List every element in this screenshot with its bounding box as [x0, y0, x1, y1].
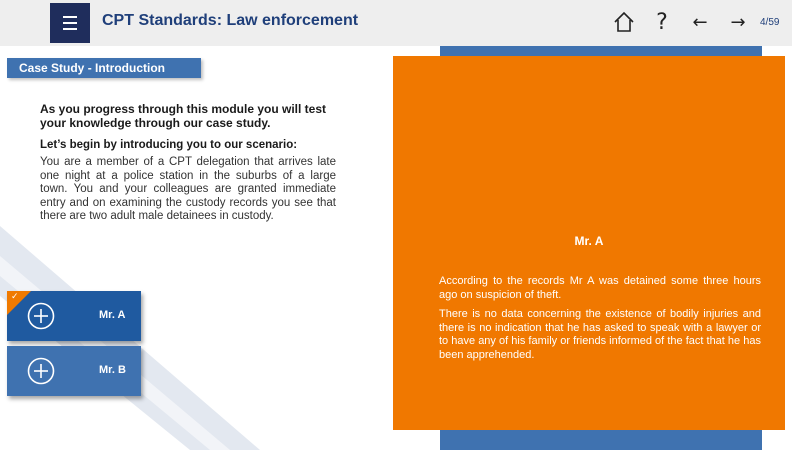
menu-icon-line	[63, 28, 77, 30]
intro-text-block: As you progress through this module you …	[40, 102, 336, 224]
intro-body: You are a member of a CPT delegation tha…	[40, 156, 336, 222]
page-title: CPT Standards: Law enforcement	[102, 12, 359, 29]
panel-paragraph-1: According to the records Mr A was detain…	[439, 275, 761, 301]
intro-subheading: Let’s begin by introducing you to our sc…	[40, 139, 298, 151]
page-counter: 4/59	[760, 17, 780, 28]
home-icon[interactable]	[610, 8, 638, 36]
plus-circle-icon	[27, 357, 55, 385]
arrow-right-icon[interactable]: →	[726, 8, 750, 36]
arrow-left-icon[interactable]: ←	[688, 8, 712, 36]
detainee-a-button[interactable]: ✓ Mr. A	[7, 291, 141, 341]
help-icon[interactable]: ?	[650, 8, 674, 36]
detainee-a-label: Mr. A	[99, 309, 126, 321]
menu-button[interactable]	[50, 3, 90, 43]
panel-paragraph-2: There is no data concerning the existenc…	[439, 308, 761, 361]
panel-top-strip	[440, 46, 762, 56]
detainee-b-button[interactable]: Mr. B	[7, 346, 141, 396]
intro-lead: As you progress through this module you …	[40, 102, 327, 130]
panel-bottom-strip	[440, 430, 762, 450]
panel-title: Mr. A	[574, 234, 604, 248]
detainee-detail-panel: Mr. A According to the records Mr A was …	[393, 56, 785, 430]
menu-icon-line	[63, 16, 77, 18]
section-tab: Case Study - Introduction	[7, 58, 201, 78]
detainee-b-label: Mr. B	[99, 364, 126, 376]
plus-circle-icon	[27, 302, 55, 330]
panel-text: According to the records Mr A was detain…	[439, 275, 761, 362]
checkmark-icon: ✓	[11, 292, 19, 302]
home-icon-graphic	[614, 11, 634, 32]
menu-icon-line	[63, 22, 77, 24]
top-bar: CPT Standards: Law enforcement ? ← → 4/5…	[0, 0, 792, 46]
